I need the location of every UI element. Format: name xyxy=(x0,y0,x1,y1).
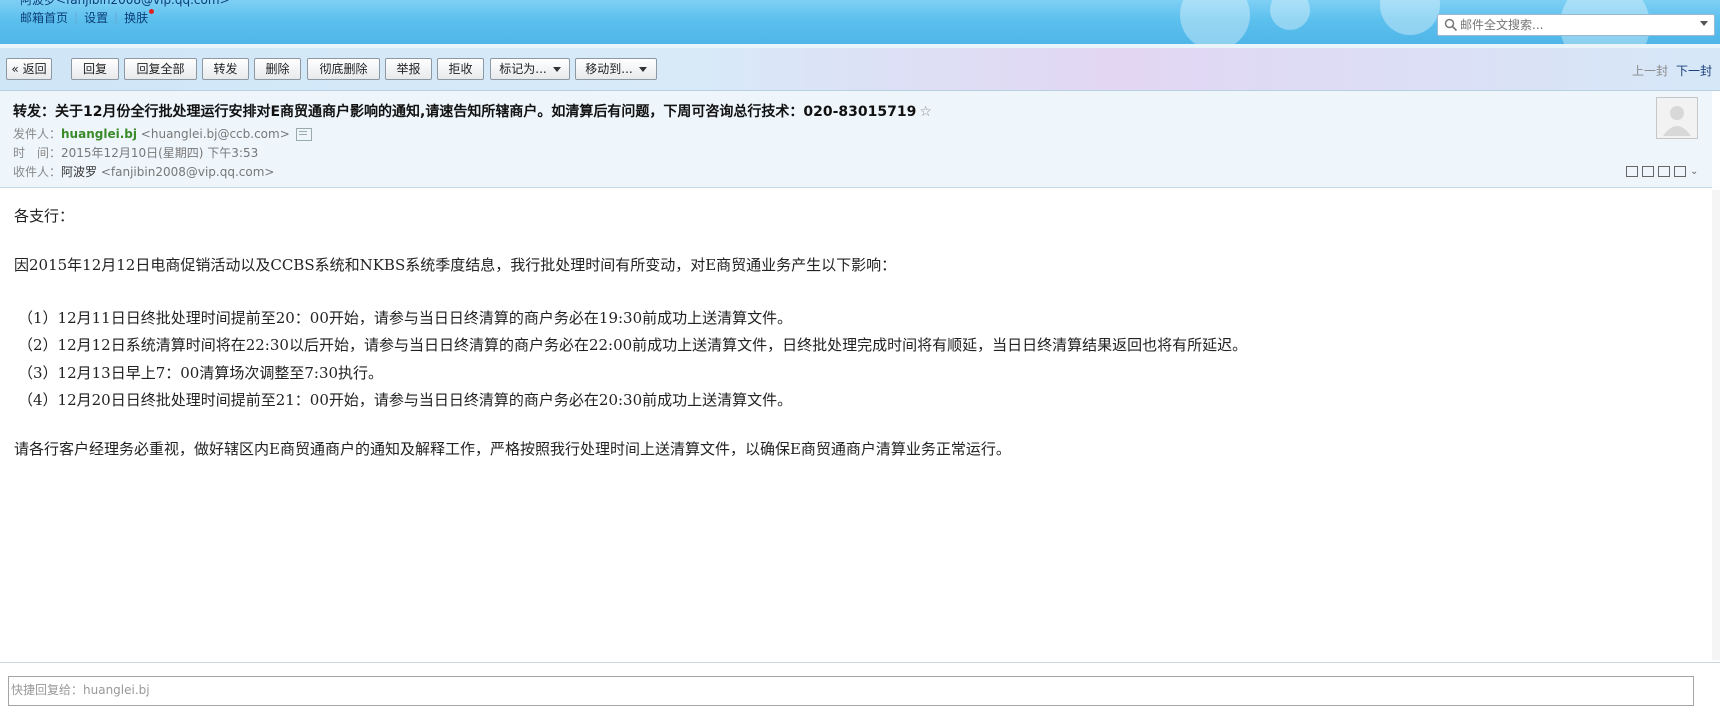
archive-icon[interactable] xyxy=(1658,166,1670,177)
body-item: （2）12月12日系统清算时间将在22:30以后开始，请参与当日日终清算的商户务… xyxy=(18,336,1248,354)
search-box[interactable] xyxy=(1437,14,1715,36)
delete-button[interactable]: 删除 xyxy=(254,58,301,80)
mark-as-dropdown[interactable]: 标记为... xyxy=(490,58,570,80)
avatar-placeholder-icon xyxy=(1663,106,1691,136)
print-icon[interactable] xyxy=(1674,166,1686,177)
reply-button[interactable]: 回复 xyxy=(71,58,119,80)
from-row: 发件人：huanglei.bj <huanglei.bj@ccb.com> xyxy=(13,125,312,142)
next-mail-link[interactable]: 下一封 xyxy=(1676,64,1712,78)
body-closing: 请各行客户经理务必重视，做好辖区内E商贸通商户的通知及解释工作，严格按照我行处理… xyxy=(14,440,1011,458)
settings-link[interactable]: 设置 xyxy=(84,11,108,25)
chevron-down-icon xyxy=(552,67,561,72)
time-row: 时 间：2015年12月10日(星期四) 下午3:53 xyxy=(13,144,258,161)
sender-address: <huanglei.bj@ccb.com> xyxy=(140,127,290,141)
mailbox-home-link[interactable]: 邮箱首页 xyxy=(20,11,68,25)
report-button[interactable]: 举报 xyxy=(385,58,432,80)
body-greeting: 各支行： xyxy=(14,207,75,225)
banner-bubble xyxy=(1180,0,1250,44)
chevron-down-icon xyxy=(638,67,647,72)
body-item: （3）12月13日早上7：00清算场次调整至7:30执行。 xyxy=(18,364,384,382)
body-item: （1）12月11日日终批处理时间提前至20：00开始，请参与当日日终清算的商户务… xyxy=(18,309,793,327)
mark-as-label: 标记为... xyxy=(499,62,547,76)
more-chevron-icon[interactable]: ⌄ xyxy=(1690,167,1698,177)
quick-reply-input[interactable]: 快捷回复给：huanglei.bj xyxy=(8,676,1694,706)
to-label: 收件人： xyxy=(13,165,62,179)
subject-text: 转发：关于12月份全行批处理运行安排对E商贸通商户影响的通知,请速告知所辖商户。… xyxy=(13,104,917,120)
new-window-icon[interactable] xyxy=(1626,166,1638,177)
avatar[interactable] xyxy=(1656,97,1698,139)
back-button[interactable]: « 返回 xyxy=(6,58,52,80)
time-label: 时 间： xyxy=(13,146,62,160)
pager: 上一封 下一封 xyxy=(1632,62,1712,79)
mail-header: 转发：关于12月份全行批处理运行安排对E商贸通商户影响的通知,请速告知所辖商户。… xyxy=(0,91,1712,188)
search-input[interactable] xyxy=(1460,16,1690,34)
recipient-address: <fanjibin2008@vip.qq.com> xyxy=(100,165,275,179)
mail-op-icons: ⌄ xyxy=(1626,161,1702,177)
to-row: 收件人：阿波罗 <fanjibin2008@vip.qq.com> xyxy=(13,163,274,180)
banner-bubble xyxy=(1270,0,1310,30)
banner-bubble xyxy=(1380,0,1440,35)
new-dot-icon xyxy=(149,9,155,14)
star-icon[interactable]: ☆ xyxy=(919,104,932,120)
body-intro: 因2015年12月12日电商促销活动以及CCBS系统和NKBS系统季度结息，我行… xyxy=(14,256,897,274)
forward-button[interactable]: 转发 xyxy=(202,58,249,80)
account-line: 阿波罗<fanjibin2008@vip.qq.com> xyxy=(20,0,230,7)
time-value: 2015年12月10日(星期四) 下午3:53 xyxy=(61,146,259,160)
from-label: 发件人： xyxy=(13,127,62,141)
skin-link[interactable]: 换肤 xyxy=(124,11,148,25)
reject-button[interactable]: 拒收 xyxy=(437,58,484,80)
mail-toolbar: « 返回 回复 回复全部 转发 删除 彻底删除 举报 拒收 标记为... 移动到… xyxy=(0,48,1720,91)
sender-name[interactable]: huanglei.bj xyxy=(61,127,137,141)
move-to-dropdown[interactable]: 移动到... xyxy=(575,58,657,80)
prev-mail-link[interactable]: 上一封 xyxy=(1632,64,1668,78)
top-banner: 阿波罗<fanjibin2008@vip.qq.com> 邮箱首页 | 设置 | 换肤 xyxy=(0,0,1720,44)
recipient-name[interactable]: 阿波罗 xyxy=(61,165,97,179)
search-dropdown-icon[interactable] xyxy=(1700,21,1708,26)
top-links: 邮箱首页 | 设置 | 换肤 xyxy=(20,9,155,26)
search-icon xyxy=(1444,18,1458,32)
right-scroll-track[interactable] xyxy=(1712,190,1720,660)
contact-card-icon[interactable] xyxy=(295,128,312,141)
mail-subject: 转发：关于12月份全行批处理运行安排对E商贸通商户影响的通知,请速告知所辖商户。… xyxy=(13,101,932,121)
body-item: （4）12月20日日终批处理时间提前至21：00开始，请参与当日日终清算的商户务… xyxy=(18,391,793,409)
reply-all-button[interactable]: 回复全部 xyxy=(124,58,197,80)
move-to-label: 移动到... xyxy=(585,62,633,76)
print-preview-icon[interactable] xyxy=(1642,166,1654,177)
quick-reply-divider xyxy=(0,662,1720,663)
delete-forever-button[interactable]: 彻底删除 xyxy=(307,58,380,80)
